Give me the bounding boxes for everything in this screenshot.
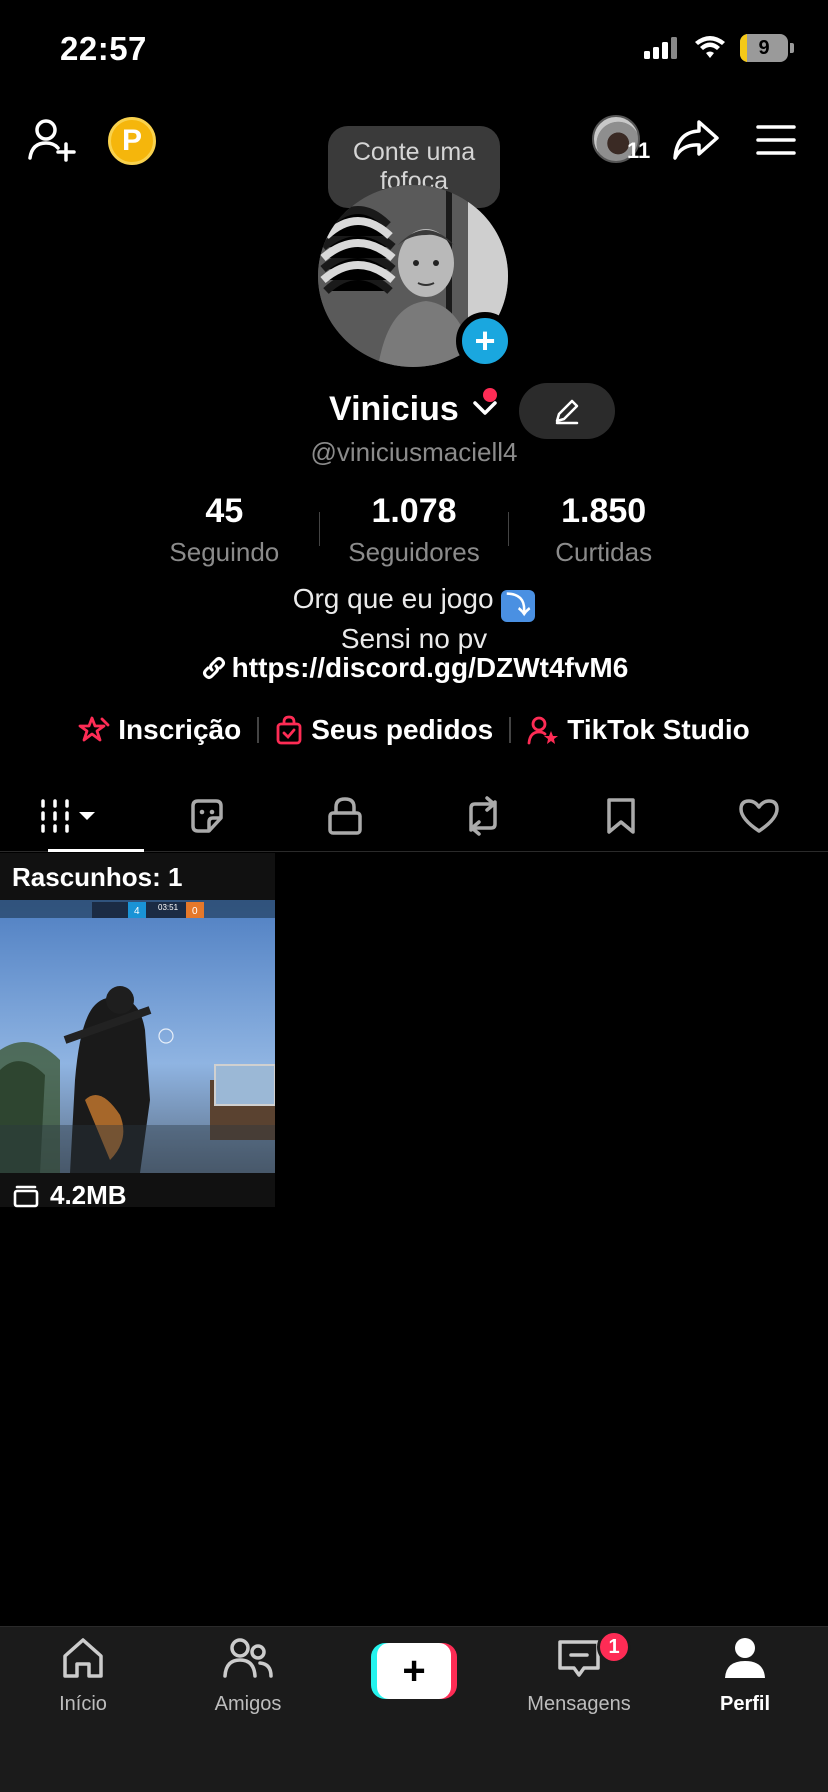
wifi-icon xyxy=(695,36,725,58)
notification-dot xyxy=(483,388,497,402)
tab-favorites[interactable] xyxy=(552,780,690,851)
battery-tip xyxy=(790,43,794,53)
bio-line: Org que eu jogo xyxy=(292,583,494,614)
nav-home[interactable]: Início xyxy=(13,1636,153,1716)
menu-icon[interactable] xyxy=(756,124,796,156)
create-button[interactable]: + xyxy=(371,1643,457,1699)
game-screenshot: 4 03:51 0 xyxy=(0,900,275,1173)
shopping-bag-icon xyxy=(276,715,302,745)
inbox-icon xyxy=(558,1640,600,1677)
tab-liked[interactable] xyxy=(690,780,828,851)
profile-icon xyxy=(725,1638,765,1678)
coin-label: P xyxy=(121,124,142,157)
tab-videos[interactable] xyxy=(0,780,144,852)
status-icons: 9 xyxy=(644,34,794,62)
signal-icon xyxy=(644,37,677,59)
thumb-right-score: 0 xyxy=(192,906,198,917)
shortcut-label: Inscrição xyxy=(118,714,242,745)
share-icon[interactable] xyxy=(672,118,720,162)
draft-size: 4.2MB xyxy=(12,1180,127,1211)
profile-name-text: Vinicius xyxy=(329,390,459,428)
sticker-icon xyxy=(191,798,223,833)
draft-size-text: 4.2MB xyxy=(50,1180,127,1210)
drafts-title: Rascunhos: 1 xyxy=(12,862,183,892)
lock-icon xyxy=(328,796,362,835)
stat-value: 1.850 xyxy=(561,492,647,530)
pencil-icon xyxy=(555,399,579,425)
stat-likes[interactable]: 1.850 Curtidas xyxy=(509,492,698,568)
profile-visitors-count: 11 xyxy=(627,138,651,163)
profile-shortcuts: Inscrição Seus pedidos TikTok Studio xyxy=(0,714,828,746)
stat-label: Curtidas xyxy=(555,537,653,567)
stat-following[interactable]: 45 Seguindo xyxy=(130,492,319,568)
arrow-down-emoji-icon: ⤵ xyxy=(501,590,536,622)
stat-label: Seguidores xyxy=(348,537,480,567)
star-badge-icon xyxy=(78,716,110,742)
repost-icon xyxy=(469,795,497,836)
profile-bio: Org que eu jogo ⤵ Sensi no pv xyxy=(0,582,828,656)
add-friend-icon[interactable] xyxy=(28,116,76,164)
content-tabs xyxy=(0,780,828,852)
nav-label: Mensagens xyxy=(527,1693,631,1715)
nav-label: Amigos xyxy=(214,1693,282,1715)
friends-icon xyxy=(223,1638,273,1678)
nav-profile[interactable]: Perfil xyxy=(675,1636,815,1716)
nav-label: Início xyxy=(59,1693,107,1715)
shortcut-label: TikTok Studio xyxy=(567,714,750,745)
stat-label: Seguindo xyxy=(169,537,280,567)
messages-badge: 1 xyxy=(597,1630,631,1664)
bookmark-icon xyxy=(607,797,635,834)
status-time: 22:57 xyxy=(60,30,147,67)
home-icon xyxy=(63,1638,103,1678)
chevron-down-icon xyxy=(473,401,497,415)
coin-icon[interactable]: P xyxy=(108,117,156,165)
person-star-icon xyxy=(527,716,559,745)
storage-icon xyxy=(13,1185,39,1207)
shortcut-divider xyxy=(257,717,260,743)
stat-value: 1.078 xyxy=(371,492,457,530)
shortcut-orders[interactable]: Seus pedidos xyxy=(275,714,493,746)
shortcut-tiktok-studio[interactable]: TikTok Studio xyxy=(527,714,750,746)
profile-handle: @viniciusmaciell4 xyxy=(310,437,518,467)
edit-profile-button[interactable] xyxy=(519,383,615,439)
thumb-left-score: 4 xyxy=(134,906,140,917)
plus-icon: + xyxy=(377,1643,451,1699)
nav-friends[interactable]: Amigos xyxy=(178,1636,318,1716)
shortcut-label: Seus pedidos xyxy=(311,714,494,745)
thumb-timer: 03:51 xyxy=(158,903,179,912)
battery-indicator: 9 xyxy=(740,34,788,62)
bio-line: Sensi no pv xyxy=(340,623,488,654)
shortcut-divider xyxy=(509,717,512,743)
profile-stats: 45 Seguindo 1.078 Seguidores 1.850 Curti… xyxy=(130,492,698,568)
tab-private[interactable] xyxy=(276,780,414,851)
stat-followers[interactable]: 1.078 Seguidores xyxy=(320,492,509,568)
profile-name[interactable]: Vinicius xyxy=(329,390,498,429)
grid-icon xyxy=(41,798,95,833)
nav-label: Perfil xyxy=(719,1693,771,1715)
tab-stickers[interactable] xyxy=(138,780,276,851)
draft-thumbnail[interactable]: 4 03:51 0 xyxy=(0,900,275,1173)
profile-link[interactable]: https://discord.gg/DZWt4fvM6 xyxy=(0,652,828,684)
link-icon xyxy=(202,657,225,679)
tab-reposts[interactable] xyxy=(414,780,552,851)
stat-value: 45 xyxy=(205,492,244,530)
heart-icon xyxy=(739,798,779,833)
add-story-button[interactable]: + xyxy=(456,312,514,370)
link-text: https://discord.gg/DZWt4fvM6 xyxy=(231,652,629,683)
shortcut-subscription[interactable]: Inscrição xyxy=(78,714,241,746)
